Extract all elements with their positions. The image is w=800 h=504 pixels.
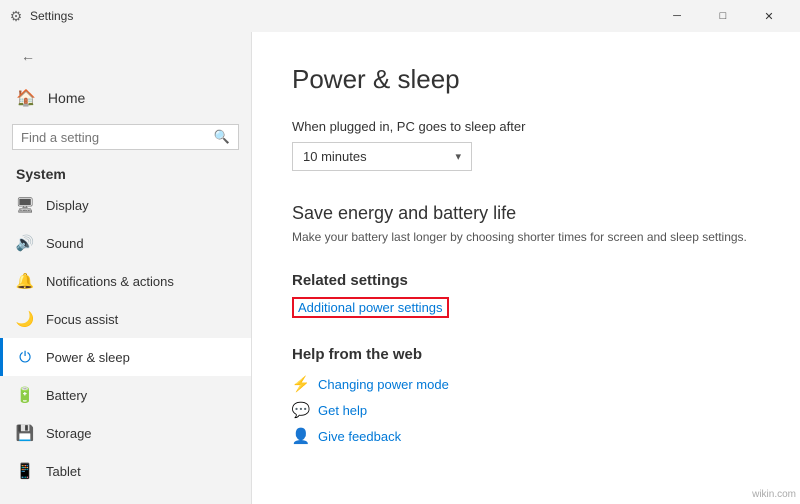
sidebar-item-label: Storage [46,426,92,441]
sidebar-item-label: Power & sleep [46,350,130,365]
power-icon: ⏻ [16,348,34,366]
additional-power-settings-link[interactable]: Additional power settings [292,297,449,318]
home-label: Home [48,90,85,106]
notifications-icon: 🔔 [16,272,34,290]
sidebar-item-focus[interactable]: 🌙 Focus assist [0,300,251,338]
minimize-button[interactable]: ─ [654,0,700,32]
search-box[interactable]: 🔍 [12,124,239,150]
get-help-icon: 💬 [292,401,310,419]
sidebar-item-sound[interactable]: 🔊 Sound [0,224,251,262]
related-settings-heading: Related settings [292,272,760,289]
search-input[interactable] [21,130,208,145]
save-energy-heading: Save energy and battery life [292,203,760,224]
sidebar-item-notifications[interactable]: 🔔 Notifications & actions [0,262,251,300]
sidebar-item-tablet[interactable]: 📱 Tablet [0,452,251,490]
save-energy-desc: Make your battery last longer by choosin… [292,230,760,244]
storage-icon: 💾 [16,424,34,442]
sidebar-item-label: Notifications & actions [46,274,174,289]
help-heading: Help from the web [292,346,760,363]
chevron-down-icon: ▾ [455,150,461,163]
watermark: wikin.com [752,489,796,500]
home-icon: 🏠 [16,88,36,108]
sidebar-item-display[interactable]: 🖥 Display [0,186,251,224]
give-feedback-icon: 👤 [292,427,310,445]
maximize-button[interactable]: □ [700,0,746,32]
titlebar: ⚙ Settings ─ □ ✕ [0,0,800,32]
display-icon: 🖥 [16,196,34,214]
give-feedback-link[interactable]: Give feedback [318,429,401,444]
tablet-icon: 📱 [16,462,34,480]
search-icon: 🔍 [214,129,230,145]
sidebar-item-battery[interactable]: 🔋 Battery [0,376,251,414]
changing-power-mode-link[interactable]: Changing power mode [318,377,449,392]
titlebar-controls: ─ □ ✕ [654,0,792,32]
battery-icon: 🔋 [16,386,34,404]
sidebar-item-label: Display [46,198,89,213]
sidebar-item-multitasking[interactable]: ⧉ Multitasking [0,490,251,504]
power-mode-icon: ⚡ [292,375,310,393]
changing-power-mode-item[interactable]: ⚡ Changing power mode [292,375,760,393]
dropdown-value: 10 minutes [303,149,367,164]
back-button[interactable]: ← [12,40,44,72]
give-feedback-item[interactable]: 👤 Give feedback [292,427,760,445]
get-help-link[interactable]: Get help [318,403,367,418]
get-help-item[interactable]: 💬 Get help [292,401,760,419]
focus-icon: 🌙 [16,310,34,328]
close-button[interactable]: ✕ [746,0,792,32]
sidebar-item-home[interactable]: 🏠 Home [0,80,251,116]
sidebar-section-title: System [0,158,251,186]
sidebar-item-label: Tablet [46,464,81,479]
plugged-in-label: When plugged in, PC goes to sleep after [292,119,760,134]
settings-app-icon: ⚙ [8,8,24,24]
sidebar-nav: ← [0,32,251,80]
sidebar-item-power[interactable]: ⏻ Power & sleep [0,338,251,376]
multitasking-icon: ⧉ [16,500,34,504]
sidebar-item-label: Battery [46,388,87,403]
sound-icon: 🔊 [16,234,34,252]
sleep-dropdown[interactable]: 10 minutes ▾ [292,142,472,171]
sidebar-item-label: Sound [46,236,84,251]
sidebar-item-label: Focus assist [46,312,118,327]
sidebar-item-storage[interactable]: 💾 Storage [0,414,251,452]
titlebar-title: Settings [30,9,654,23]
page-title: Power & sleep [292,64,760,95]
app-container: ← 🏠 Home 🔍 System 🖥 Display 🔊 Sound 🔔 No… [0,32,800,504]
sidebar: ← 🏠 Home 🔍 System 🖥 Display 🔊 Sound 🔔 No… [0,32,252,504]
main-content: Power & sleep When plugged in, PC goes t… [252,32,800,504]
